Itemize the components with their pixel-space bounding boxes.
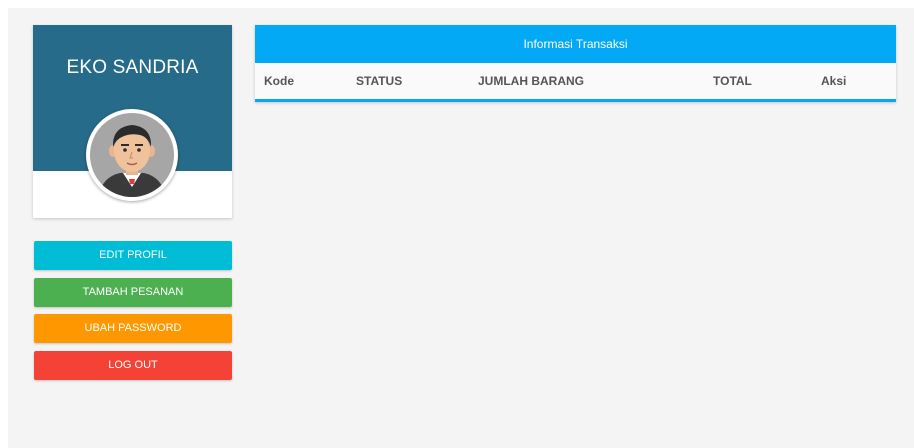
- page-background: EKO SANDRIA EDIT PROFIL TAMBAH PESANAN U…: [8, 8, 914, 448]
- transactions-table-header: Kode STATUS JUMLAH BARANG TOTAL Aksi: [255, 63, 896, 102]
- profile-card: EKO SANDRIA: [33, 25, 232, 218]
- column-kode: Kode: [264, 74, 294, 88]
- avatar: [86, 109, 178, 201]
- transactions-title: Informasi Transaksi: [255, 25, 896, 63]
- column-total: TOTAL: [713, 74, 752, 88]
- column-aksi: Aksi: [821, 74, 847, 88]
- profile-name: EKO SANDRIA: [66, 57, 199, 78]
- avatar-illustration-icon: [90, 113, 174, 197]
- column-status: STATUS: [356, 74, 403, 88]
- column-jumlah-barang: JUMLAH BARANG: [478, 74, 584, 88]
- transactions-card: Informasi Transaksi Kode STATUS JUMLAH B…: [255, 25, 896, 102]
- logout-button[interactable]: LOG OUT: [34, 351, 232, 380]
- add-order-button[interactable]: TAMBAH PESANAN: [34, 278, 232, 307]
- change-password-button[interactable]: UBAH PASSWORD: [34, 314, 232, 343]
- edit-profile-button[interactable]: EDIT PROFIL: [34, 241, 232, 270]
